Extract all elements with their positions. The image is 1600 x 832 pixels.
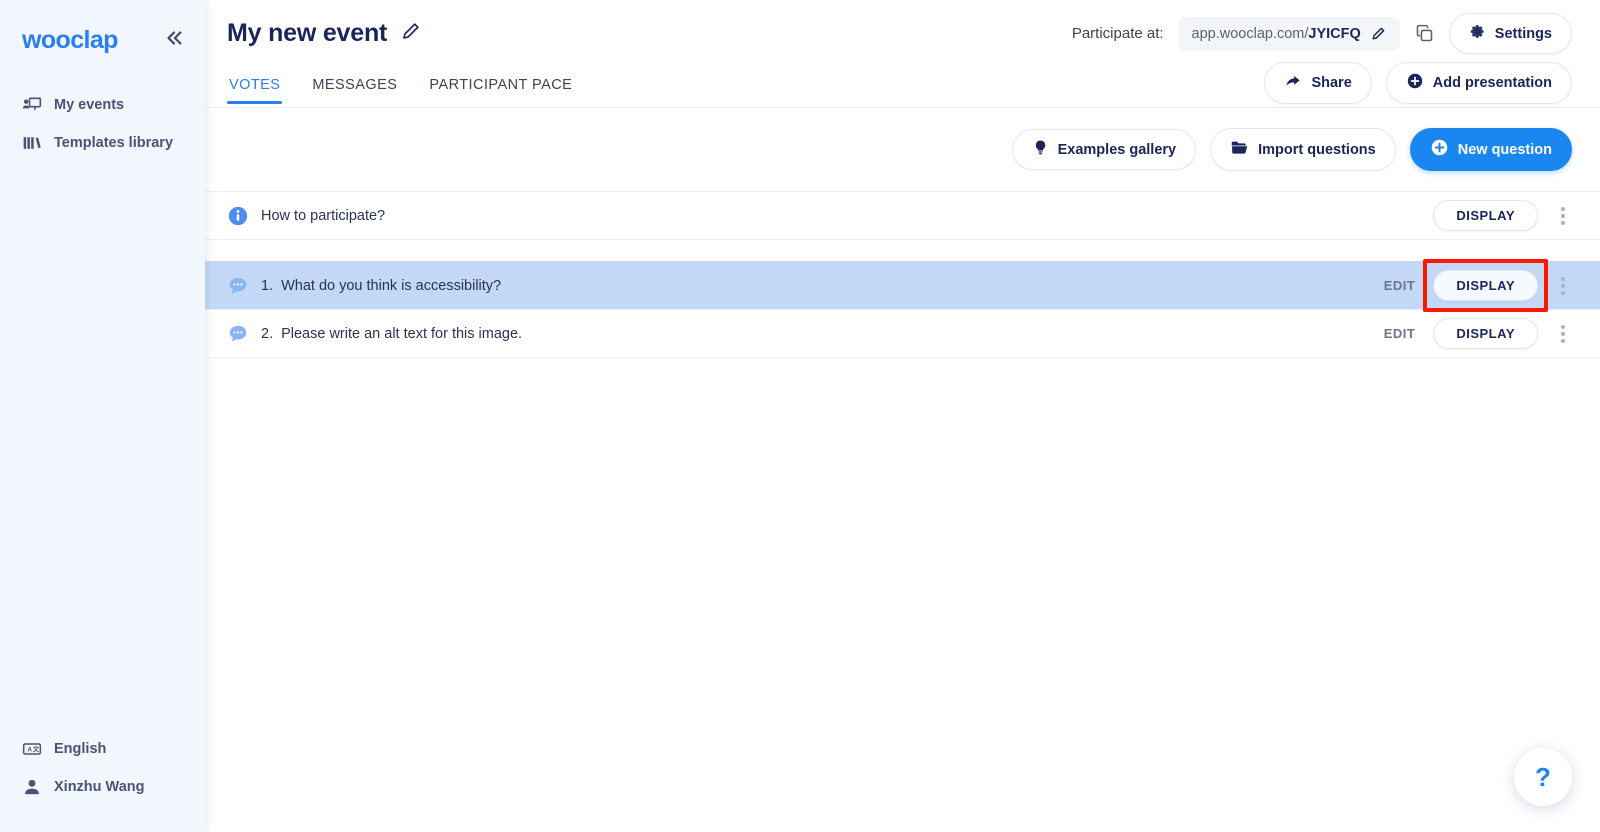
examples-gallery-button[interactable]: Examples gallery <box>1011 129 1197 170</box>
question-text: What do you think is accessibility? <box>281 277 502 294</box>
kebab-menu-icon[interactable] <box>1554 323 1572 345</box>
question-row-1[interactable]: 1. What do you think is accessibility? E… <box>205 261 1600 309</box>
main-content: My new event VOTES MESSAGES PARTICIPANT … <box>205 0 1600 832</box>
lightbulb-icon <box>1032 139 1049 160</box>
topbar-secondary-actions: Share Add presentation <box>1264 62 1572 104</box>
sidebar-item-language[interactable]: A 文 English <box>0 730 205 768</box>
question-row-2[interactable]: 2. Please write an alt text for this ima… <box>205 309 1600 357</box>
info-row-label: How to participate? <box>261 207 386 224</box>
sidebar-collapse-button[interactable] <box>159 25 189 55</box>
tab-votes[interactable]: VOTES <box>227 77 283 104</box>
sidebar-item-templates-library[interactable]: Templates library <box>0 124 205 162</box>
share-arrow-icon <box>1284 72 1302 94</box>
sidebar-item-account[interactable]: Xinzhu Wang <box>0 768 205 806</box>
display-button[interactable]: DISPLAY <box>1433 318 1538 349</box>
question-row-actions: EDIT DISPLAY <box>1382 318 1572 349</box>
question-text: Please write an alt text for this image. <box>281 325 523 342</box>
svg-text:文: 文 <box>33 745 40 754</box>
topbar: My new event VOTES MESSAGES PARTICIPANT … <box>205 0 1600 108</box>
translate-icon: A 文 <box>22 739 42 759</box>
sidebar-item-my-events[interactable]: My events <box>0 86 205 124</box>
plus-circle-icon <box>1406 72 1424 94</box>
sidebar-item-label: English <box>54 741 107 757</box>
folder-icon <box>1230 138 1249 161</box>
new-question-button[interactable]: New question <box>1409 128 1572 171</box>
question-list: How to participate? DISPLAY 1. What do y… <box>205 191 1600 358</box>
edit-button[interactable]: EDIT <box>1382 322 1418 345</box>
books-library-icon <box>22 133 42 153</box>
share-button-label: Share <box>1311 75 1352 91</box>
pencil-icon[interactable] <box>401 21 421 46</box>
display-button[interactable]: DISPLAY <box>1433 200 1538 231</box>
sidebar-brand-row: wooclap <box>0 18 205 62</box>
sidebar-item-label: Templates library <box>54 135 174 151</box>
kebab-menu-icon[interactable] <box>1554 275 1572 297</box>
plus-circle-icon <box>1430 138 1449 161</box>
question-mark-icon: ? <box>1535 761 1551 792</box>
help-button[interactable]: ? <box>1514 748 1572 806</box>
sidebar-bottom: A 文 English Xinzhu Wang <box>0 730 205 832</box>
presentation-user-icon <box>22 95 42 115</box>
participate-url-field[interactable]: app.wooclap.com/JYICFQ <box>1177 16 1400 51</box>
app-root: wooclap My events Templates library A 文 … <box>0 0 1600 832</box>
settings-button[interactable]: Settings <box>1448 13 1572 54</box>
user-icon <box>22 777 42 797</box>
examples-gallery-label: Examples gallery <box>1057 141 1177 158</box>
tab-participant-pace[interactable]: PARTICIPANT PACE <box>427 77 574 104</box>
tab-messages[interactable]: MESSAGES <box>310 77 399 104</box>
edit-button[interactable]: EDIT <box>1382 274 1418 297</box>
info-row-actions: DISPLAY <box>1433 200 1572 231</box>
info-circle-icon <box>227 205 249 227</box>
list-bottom-border <box>205 357 1600 358</box>
message-bubble-icon <box>227 275 249 297</box>
svg-text:A: A <box>28 747 33 754</box>
gear-icon <box>1469 23 1486 44</box>
add-presentation-button[interactable]: Add presentation <box>1385 62 1572 104</box>
import-questions-label: Import questions <box>1258 141 1376 158</box>
sidebar: wooclap My events Templates library A 文 … <box>0 0 205 832</box>
page-title: My new event <box>227 18 388 47</box>
question-number: 1. <box>261 277 274 294</box>
copy-icon[interactable] <box>1414 23 1435 44</box>
question-number: 2. <box>261 325 274 342</box>
sidebar-item-label: Xinzhu Wang <box>54 779 145 795</box>
settings-button-label: Settings <box>1494 25 1552 42</box>
kebab-menu-icon[interactable] <box>1554 205 1572 227</box>
participate-cluster: Participate at: app.wooclap.com/JYICFQ S… <box>1072 13 1572 54</box>
list-divider-spacer <box>205 239 1600 261</box>
sidebar-nav: My events Templates library <box>0 86 205 162</box>
url-edit-pencil-icon[interactable] <box>1371 26 1386 41</box>
sidebar-item-label: My events <box>54 97 125 113</box>
new-question-label: New question <box>1457 141 1552 158</box>
add-presentation-button-label: Add presentation <box>1432 75 1552 91</box>
question-row-actions: EDIT DISPLAY <box>1382 270 1572 301</box>
message-bubble-icon <box>227 323 249 345</box>
share-button[interactable]: Share <box>1264 62 1372 104</box>
question-actionbar: Examples gallery Import questions New qu… <box>205 108 1600 191</box>
import-questions-button[interactable]: Import questions <box>1210 128 1396 171</box>
display-button[interactable]: DISPLAY <box>1433 270 1538 301</box>
info-row-how-to-participate[interactable]: How to participate? DISPLAY <box>205 191 1600 239</box>
participate-url-text: app.wooclap.com/JYICFQ <box>1191 25 1361 42</box>
sidebar-top: wooclap My events Templates library <box>0 0 205 162</box>
wooclap-logo: wooclap <box>22 25 118 54</box>
participate-label: Participate at: <box>1071 25 1164 42</box>
